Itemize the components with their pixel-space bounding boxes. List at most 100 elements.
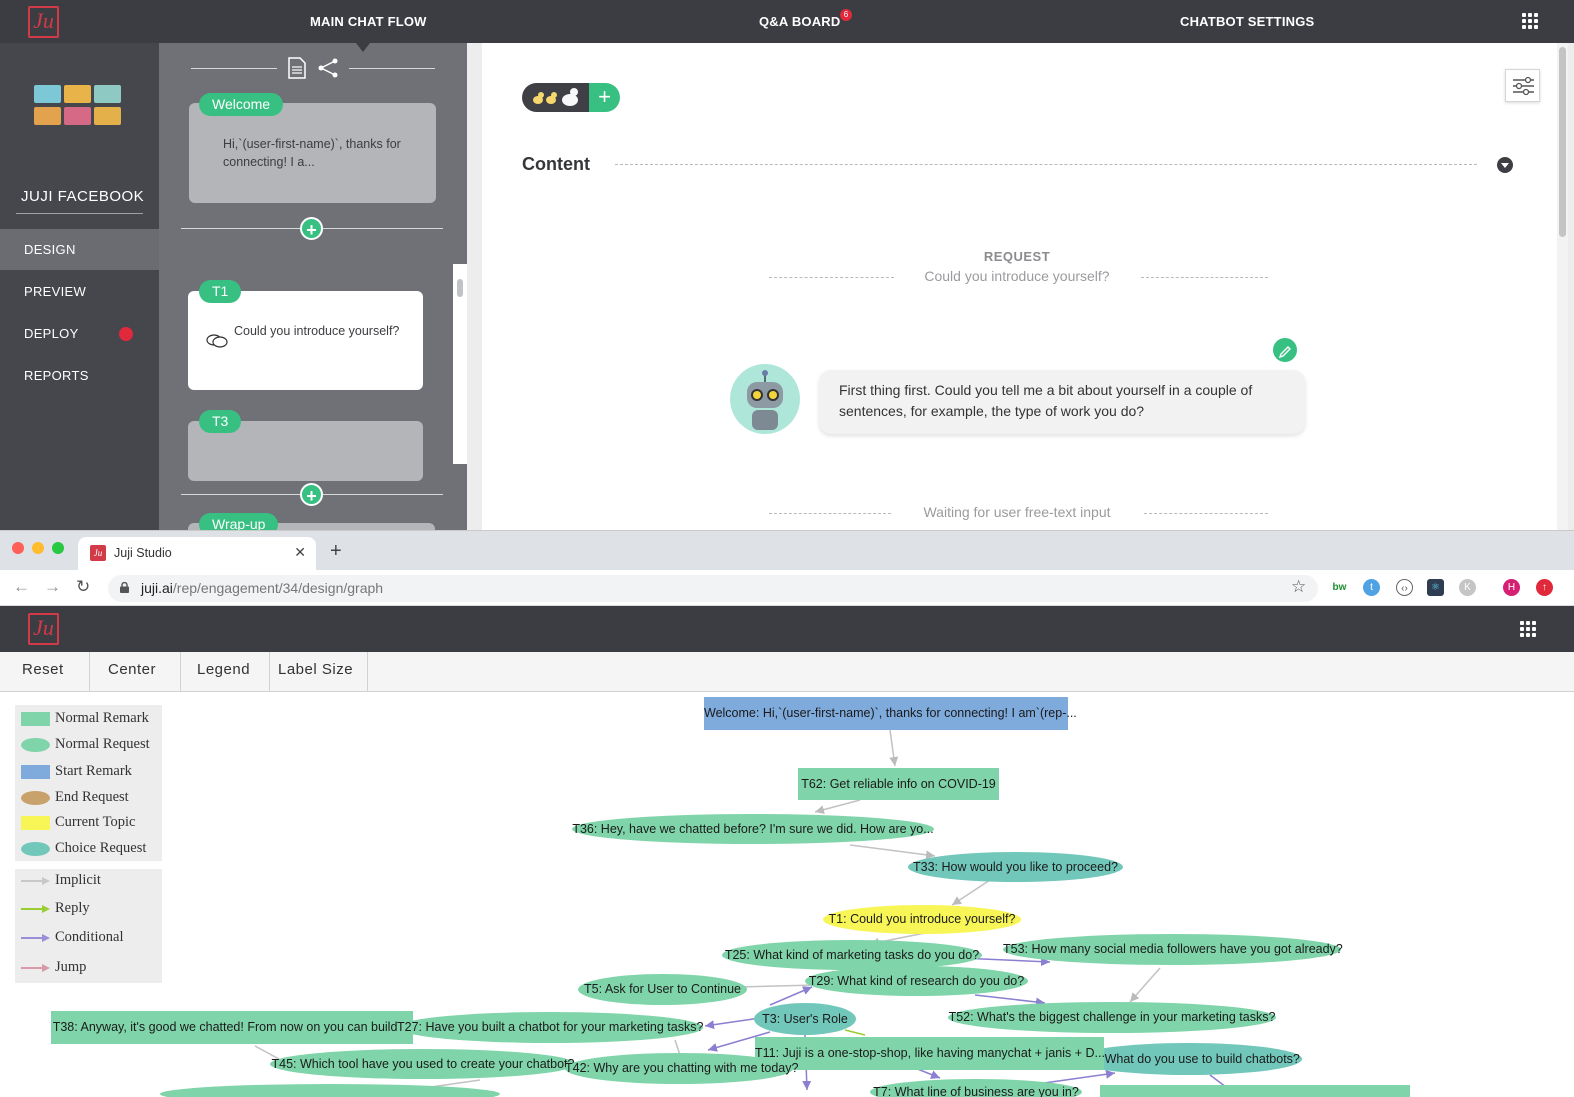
legend-swatch bbox=[21, 738, 50, 752]
graph-node-t5[interactable]: T5: Ask for User to Continue bbox=[578, 974, 747, 1005]
graph-node-t36[interactable]: T36: Hey, have we chatted before? I'm su… bbox=[572, 814, 934, 844]
profile-avatar[interactable]: H bbox=[1503, 579, 1520, 596]
persona-selector[interactable] bbox=[522, 83, 589, 112]
collapse-chevron-icon[interactable] bbox=[1497, 157, 1513, 173]
sidebar-item-label: DEPLOY bbox=[24, 326, 79, 341]
new-tab-icon[interactable]: + bbox=[330, 540, 342, 563]
graph-node-t27[interactable]: T27: Have you built a chatbot for your m… bbox=[397, 1012, 703, 1043]
graph-node-t33[interactable]: T33: How would you like to proceed? bbox=[908, 852, 1123, 882]
bookmark-star-icon[interactable]: ☆ bbox=[1291, 577, 1306, 597]
upload-icon[interactable]: ↑ bbox=[1536, 579, 1553, 596]
card-text: Could you introduce yourself? bbox=[234, 324, 400, 338]
graph-node-t38[interactable]: T38: Anyway, it's good we chatted! From … bbox=[51, 1011, 413, 1044]
legend-label: Normal Request bbox=[55, 736, 150, 752]
legend-label: Reply bbox=[55, 900, 90, 916]
avatar bbox=[34, 107, 61, 125]
center-button[interactable]: Center bbox=[94, 652, 181, 692]
legend-label: Choice Request bbox=[55, 840, 147, 856]
sidebar-item-deploy[interactable]: DEPLOY bbox=[0, 313, 159, 354]
reload-icon[interactable]: ↻ bbox=[76, 577, 90, 597]
apps-grid-icon[interactable] bbox=[1520, 621, 1536, 637]
edit-message-button[interactable] bbox=[1273, 338, 1297, 362]
browser-tab[interactable]: Ju Juji Studio ✕ bbox=[78, 537, 316, 570]
pencil-icon bbox=[1278, 346, 1291, 359]
graph-node-t1[interactable]: T1: Could you introduce yourself? bbox=[823, 905, 1021, 934]
k-icon[interactable]: K bbox=[1459, 579, 1476, 596]
bot-message-bubble[interactable]: First thing first. Could you tell me a b… bbox=[819, 370, 1305, 434]
content-scrollbar-thumb[interactable] bbox=[1559, 47, 1566, 237]
chat-bubbles-icon bbox=[206, 334, 228, 348]
apps-grid-icon[interactable] bbox=[1522, 13, 1538, 29]
label-size-dropdown[interactable]: Label Size ▾ bbox=[270, 652, 368, 713]
graph-node-t11[interactable]: T11: Juji is a one-stop-shop, like havin… bbox=[755, 1037, 1105, 1070]
graph-node-t52[interactable]: T52: What's the biggest challenge in you… bbox=[948, 1002, 1276, 1033]
reset-button[interactable]: Reset bbox=[8, 652, 90, 692]
legend-label: Implicit bbox=[55, 872, 101, 888]
add-persona-button[interactable]: + bbox=[589, 83, 620, 112]
graph-app-nav bbox=[0, 606, 1574, 652]
bw-extension-icon[interactable]: bw bbox=[1331, 579, 1348, 596]
code-icon[interactable]: ‹› bbox=[1396, 579, 1413, 596]
legend-label: Conditional bbox=[55, 929, 124, 945]
graph-node-partial[interactable] bbox=[1100, 1085, 1410, 1097]
legend-arrow-icon bbox=[21, 877, 50, 885]
add-topic-button[interactable]: + bbox=[300, 217, 323, 240]
graph-node-t42[interactable]: T42: Why are you chatting with me today? bbox=[565, 1053, 798, 1084]
sidebar-item-reports[interactable]: REPORTS bbox=[0, 355, 159, 396]
graph-node-t3[interactable]: T3: User's Role bbox=[754, 1003, 856, 1035]
url-path: /rep/engagement/34/design/graph bbox=[172, 580, 384, 596]
duck-icon bbox=[533, 88, 578, 106]
content-scrollbar[interactable] bbox=[1557, 43, 1568, 530]
flow-card-welcome[interactable]: Hi,`(user-first-name)`, thanks for conne… bbox=[189, 103, 436, 203]
graph-node-t62[interactable]: T62: Get reliable info on COVID-19 bbox=[798, 768, 999, 800]
legend-swatch bbox=[21, 842, 50, 856]
window-close-icon[interactable] bbox=[12, 542, 24, 554]
label-size-label: Label Size bbox=[278, 661, 354, 678]
document-view-icon[interactable] bbox=[287, 57, 307, 79]
card-tag: T3 bbox=[199, 410, 242, 433]
avatar bbox=[94, 107, 121, 125]
legend-label: End Request bbox=[55, 789, 129, 805]
settings-sliders-button[interactable] bbox=[1505, 69, 1540, 102]
waiting-input-text: Waiting for user free-text input bbox=[923, 504, 1111, 520]
request-label: REQUEST bbox=[983, 249, 1051, 264]
legend-swatch bbox=[21, 712, 50, 726]
graph-node-t45[interactable]: T45: Which tool have you used to create … bbox=[270, 1049, 576, 1079]
robot-icon bbox=[747, 370, 783, 430]
flow-card-t1[interactable]: Could you introduce yourself? bbox=[188, 291, 423, 390]
request-text: Could you introduce yourself? bbox=[924, 268, 1110, 284]
graph-node-t29[interactable]: T29: What kind of research do you do? bbox=[805, 966, 1028, 996]
react-icon[interactable]: ⚛ bbox=[1427, 579, 1444, 596]
graph-node-welcome[interactable]: Welcome: Hi,`(user-first-name)`, thanks … bbox=[704, 697, 1077, 730]
url-text[interactable]: juji.ai/rep/engagement/34/design/graph bbox=[141, 580, 383, 596]
sidebar-item-label: REPORTS bbox=[24, 368, 89, 383]
tab-main-chat-flow[interactable]: MAIN CHAT FLOW bbox=[310, 14, 427, 29]
window-minimize-icon[interactable] bbox=[32, 542, 44, 554]
window-maximize-icon[interactable] bbox=[52, 542, 64, 554]
twitter-icon[interactable]: t bbox=[1363, 579, 1380, 596]
legend-arrow-icon bbox=[21, 964, 50, 972]
legend-label: Current Topic bbox=[55, 814, 136, 830]
tab-chatbot-settings[interactable]: CHATBOT SETTINGS bbox=[1180, 14, 1314, 29]
graph-node-partial[interactable] bbox=[160, 1084, 500, 1097]
forward-arrow-icon[interactable]: → bbox=[44, 577, 61, 597]
graph-node-t13[interactable]: T13: What do you use to build chatbots? bbox=[1074, 1043, 1302, 1075]
legend-arrow-icon bbox=[21, 934, 50, 942]
lock-icon bbox=[120, 582, 129, 593]
juji-logo[interactable]: Ju bbox=[28, 6, 59, 38]
card-text: Hi,`(user-first-name)`, thanks for conne… bbox=[223, 137, 401, 169]
legend-swatch bbox=[21, 765, 50, 779]
content-panel bbox=[482, 43, 1557, 530]
team-avatar-grid bbox=[34, 85, 122, 125]
close-tab-icon[interactable]: ✕ bbox=[294, 544, 306, 561]
add-topic-button[interactable]: + bbox=[300, 483, 323, 506]
back-arrow-icon[interactable]: ← bbox=[13, 577, 30, 597]
graph-view-icon[interactable] bbox=[317, 57, 339, 79]
tab-qa-board[interactable]: Q&A BOARD bbox=[759, 14, 840, 29]
active-tab-caret-icon bbox=[356, 43, 370, 52]
legend-button[interactable]: Legend bbox=[183, 652, 270, 692]
graph-node-t53[interactable]: T53: How many social media followers hav… bbox=[1003, 934, 1343, 965]
content-section-title: Content bbox=[522, 154, 590, 174]
juji-logo[interactable]: Ju bbox=[28, 613, 59, 645]
legend-label: Normal Remark bbox=[55, 710, 149, 726]
